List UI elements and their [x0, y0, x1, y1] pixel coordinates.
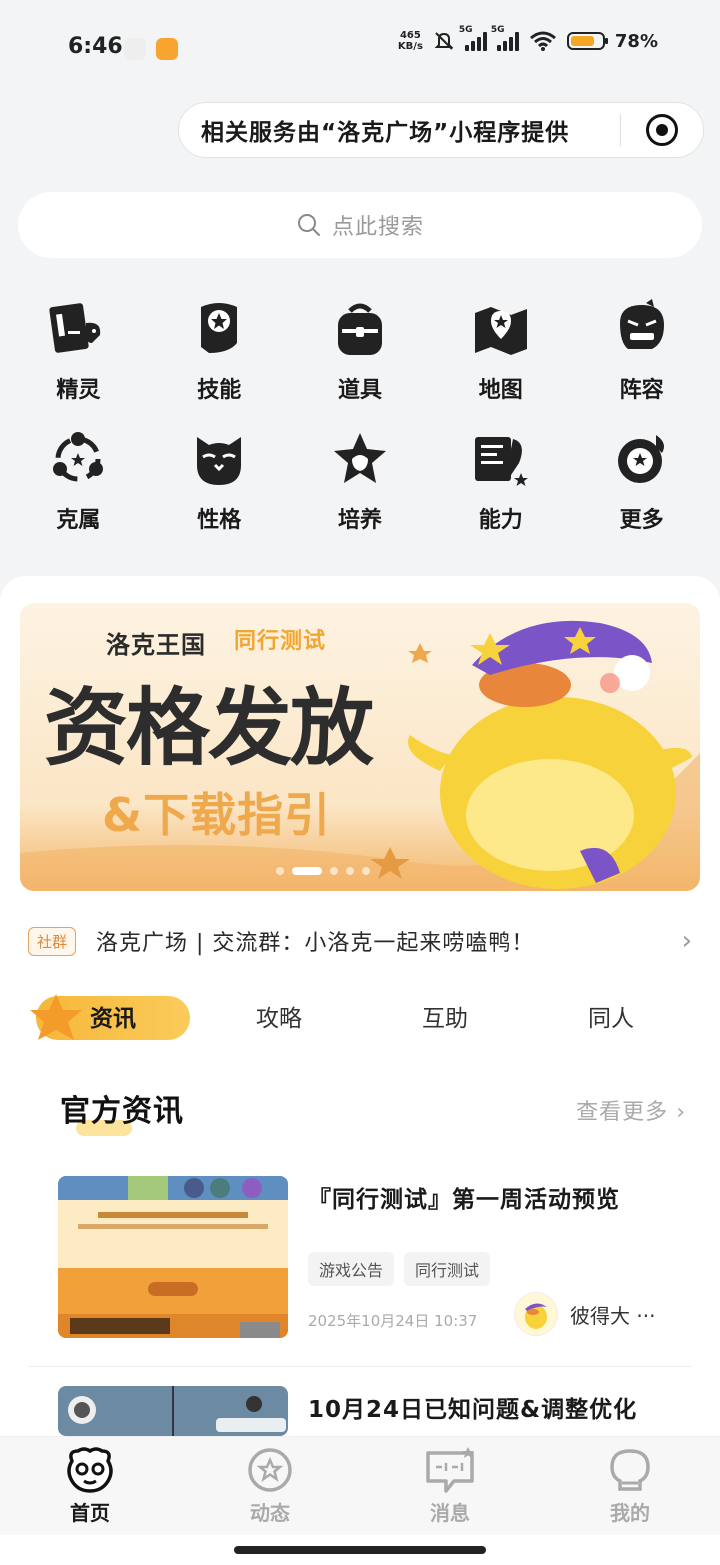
- nav-home[interactable]: 首页: [0, 1437, 180, 1535]
- banner-pagination: [276, 867, 370, 875]
- search-placeholder: 点此搜索: [331, 215, 424, 240]
- banner-dot: [346, 867, 354, 875]
- news-datetime: 2025年10月24日 10:37: [308, 1312, 478, 1330]
- status-right: 465 KB/s 5G 5G 78%: [397, 25, 658, 52]
- category-map[interactable]: 地图: [430, 296, 571, 404]
- battery-icon: [566, 32, 608, 50]
- target-icon: [646, 114, 678, 146]
- sprite-book-icon: [45, 296, 111, 362]
- nav-messages[interactable]: 消息: [360, 1437, 540, 1535]
- video-app-notification-icon: [156, 38, 178, 60]
- notice-badge: 社群: [28, 926, 77, 956]
- home-indicator: [234, 1546, 486, 1554]
- category-skill[interactable]: 技能: [149, 296, 290, 404]
- content-tabs: 资讯 攻略 互助 同人: [30, 990, 710, 1048]
- category-sprite[interactable]: 精灵: [8, 296, 149, 404]
- tab-fanart[interactable]: 同人: [528, 990, 694, 1048]
- community-notice[interactable]: 社群 洛克广场 | 交流群：小洛克一起来唠嗑鸭！ ›: [28, 922, 692, 960]
- map-icon: [468, 296, 534, 362]
- category-grid: 精灵 技能 道具 地图 阵容 克属 性格 培养 能力 更多: [8, 296, 712, 534]
- app-notification-icon: [124, 38, 146, 60]
- banner-tag: 同行测试: [234, 629, 327, 654]
- mini-program-capsule: 相关服务由“洛克广场”小程序提供: [178, 102, 704, 158]
- category-items[interactable]: 道具: [290, 296, 431, 404]
- backpack-icon: [327, 296, 393, 362]
- nav-feed[interactable]: 动态: [180, 1437, 360, 1535]
- category-nature[interactable]: 性格: [149, 426, 290, 534]
- wifi-icon: [529, 31, 556, 51]
- battery-text: 78%: [614, 30, 658, 52]
- tab-guides[interactable]: 攻略: [196, 990, 362, 1048]
- news-item[interactable]: 10月24日已知问题&调整优化: [58, 1386, 692, 1436]
- category-lineup[interactable]: 阵容: [571, 296, 712, 404]
- notice-text: 洛克广场 | 交流群：小洛克一起来唠嗑鸭！: [96, 931, 535, 956]
- author-name: 彼得大 ···: [570, 1303, 656, 1328]
- chevron-right-icon: ›: [676, 1100, 686, 1125]
- promo-banner[interactable]: 洛克王国 同行测试 资格发放 &下载指引: [20, 603, 700, 891]
- news-tag[interactable]: 游戏公告: [308, 1252, 395, 1286]
- news-author[interactable]: 彼得大 ···: [514, 1292, 655, 1336]
- status-time: 6:46: [68, 34, 123, 59]
- category-training[interactable]: 培养: [290, 426, 431, 534]
- banner-dot-active: [292, 867, 322, 875]
- tab-help[interactable]: 互助: [362, 990, 528, 1048]
- chevron-right-icon: ›: [681, 926, 692, 956]
- net-speed: 465 KB/s: [397, 30, 423, 52]
- news-thumbnail: [58, 1176, 288, 1338]
- category-more[interactable]: 更多: [571, 426, 712, 534]
- search-bar[interactable]: 点此搜索: [18, 192, 702, 258]
- provider-text: 相关服务由“洛克广场”小程序提供: [201, 120, 570, 146]
- lineup-icon: [609, 296, 675, 362]
- skill-scroll-icon: [186, 296, 252, 362]
- more-icon: [609, 426, 675, 492]
- signal-1-icon: 5G: [459, 25, 487, 51]
- type-cycle-icon: [45, 426, 111, 492]
- news-item[interactable]: 『同行测试』第一周活动预览 游戏公告 同行测试 2025年10月24日 10:3…: [58, 1176, 692, 1346]
- category-ability[interactable]: 能力: [430, 426, 571, 534]
- home-mascot-icon: [67, 1447, 113, 1493]
- banner-title: 资格发放: [44, 679, 374, 777]
- view-more-link[interactable]: 查看更多 ›: [576, 1094, 686, 1126]
- tab-news[interactable]: 资讯: [30, 990, 196, 1048]
- signal-2-icon: 5G: [491, 25, 519, 51]
- banner-brand: 洛克王国: [106, 631, 206, 659]
- banner-subtitle: &下载指引: [102, 788, 332, 842]
- news-thumbnail: [58, 1386, 288, 1436]
- section-title: 官方资讯: [60, 1094, 184, 1129]
- chat-bubble-icon: [426, 1447, 474, 1493]
- category-type-relations[interactable]: 克属: [8, 426, 149, 534]
- cat-star-icon: [327, 426, 393, 492]
- ability-icon: [468, 426, 534, 492]
- nav-profile[interactable]: 我的: [540, 1437, 720, 1535]
- bottom-nav: 首页 动态 消息 我的: [0, 1436, 720, 1535]
- banner-dot: [330, 867, 338, 875]
- search-icon: [297, 214, 320, 236]
- star-icon: [30, 994, 82, 1040]
- news-tag[interactable]: 同行测试: [404, 1252, 491, 1286]
- owl-icon: [186, 426, 252, 492]
- news-title: 10月24日已知问题&调整优化: [308, 1397, 638, 1423]
- status-bar: 6:46 465 KB/s 5G 5G 78%: [0, 0, 720, 96]
- mute-bell-icon: [434, 32, 454, 50]
- star-circle-icon: [248, 1448, 292, 1492]
- divider: [28, 1366, 692, 1367]
- banner-dot: [276, 867, 284, 875]
- news-tags: 游戏公告 同行测试: [308, 1252, 491, 1286]
- close-mini-program-button[interactable]: [621, 102, 703, 158]
- banner-dot: [362, 867, 370, 875]
- news-title: 『同行测试』第一周活动预览: [308, 1187, 620, 1213]
- profile-mascot-icon: [610, 1449, 650, 1491]
- avatar: [514, 1292, 558, 1336]
